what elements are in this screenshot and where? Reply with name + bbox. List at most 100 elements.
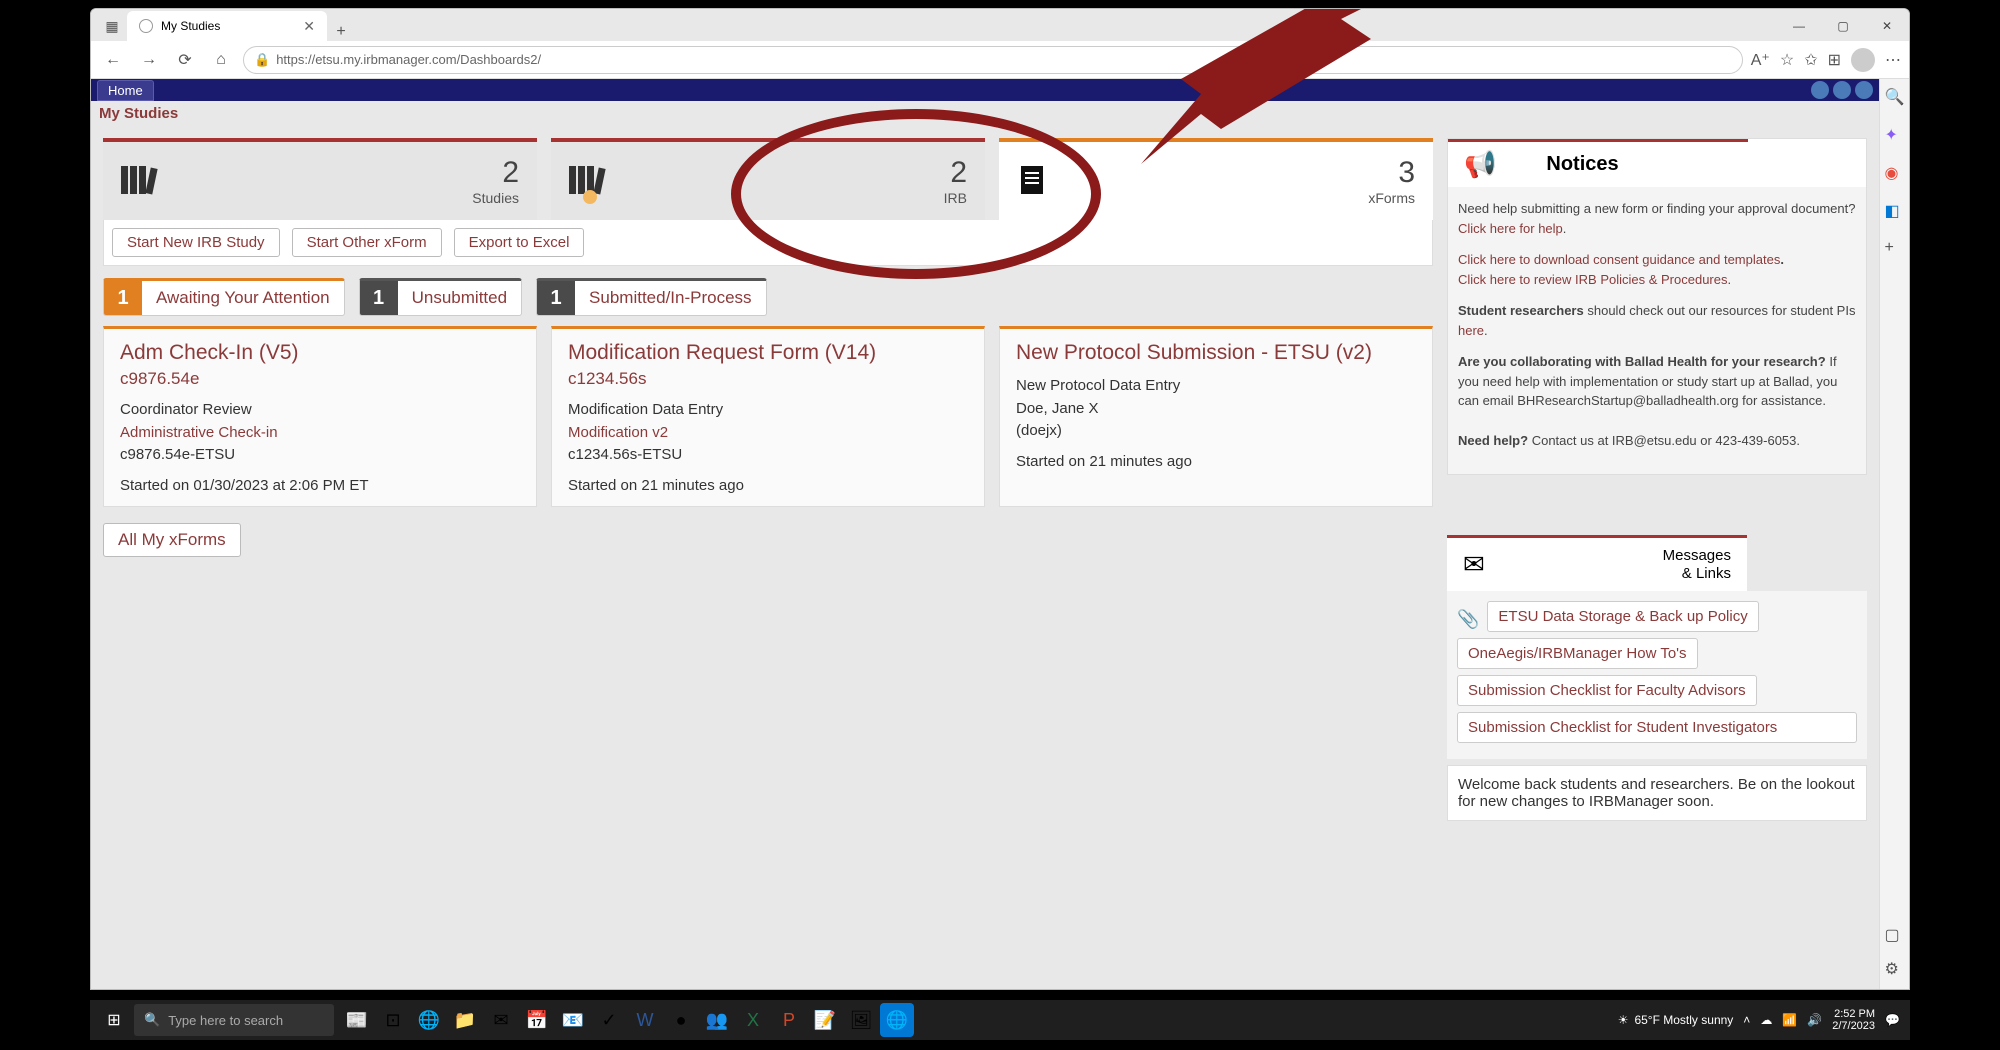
new-tab-button[interactable]: + xyxy=(327,23,355,41)
sidebar-toggle-icon[interactable]: ▢ xyxy=(1885,925,1905,945)
all-xforms-button[interactable]: All My xForms xyxy=(103,523,241,557)
help-icon[interactable] xyxy=(1811,81,1829,99)
tab-close-icon[interactable]: ✕ xyxy=(303,18,315,35)
menu-icon[interactable]: ⋯ xyxy=(1885,50,1901,70)
link-item[interactable]: OneAegis/IRBManager How To's xyxy=(1457,638,1698,669)
home-button[interactable]: ⌂ xyxy=(207,46,235,74)
taskbar-clock[interactable]: 2:52 PM 2/7/2023 xyxy=(1832,1008,1875,1032)
mail-icon[interactable]: ✉ xyxy=(484,1003,518,1037)
card-line: (doejx) xyxy=(1016,420,1416,443)
edge-icon[interactable]: 🌐 xyxy=(880,1003,914,1037)
taskbar-search[interactable]: 🔍 Type here to search xyxy=(134,1004,334,1036)
xforms-label: xForms xyxy=(1368,190,1415,206)
irb-tile[interactable]: 2 IRB xyxy=(551,138,985,220)
link-item[interactable]: ETSU Data Storage & Back up Policy xyxy=(1487,601,1758,632)
start-button[interactable]: ⊞ xyxy=(94,1000,134,1040)
calendar-icon[interactable]: 📅 xyxy=(520,1003,554,1037)
news-icon[interactable]: 📰 xyxy=(340,1003,374,1037)
maximize-button[interactable]: ▢ xyxy=(1821,11,1865,41)
tab-actions-icon[interactable]: ▦ xyxy=(97,11,127,41)
favorites-bar-icon[interactable]: ✩ xyxy=(1804,50,1817,70)
browser-tab[interactable]: My Studies ✕ xyxy=(127,11,327,41)
filter-unsubmitted[interactable]: 1 Unsubmitted xyxy=(359,278,522,316)
url-input[interactable]: 🔒 https://etsu.my.irbmanager.com/Dashboa… xyxy=(243,46,1743,74)
read-aloud-icon[interactable]: A⁺ xyxy=(1751,50,1770,70)
xform-card[interactable]: Modification Request Form (V14) c1234.56… xyxy=(551,326,985,507)
content-area: 2 Studies 2 IRB xyxy=(91,126,1879,989)
close-window-button[interactable]: ✕ xyxy=(1865,11,1909,41)
browser-window: ▦ My Studies ✕ + — ▢ ✕ ← → ⟳ ⌂ 🔒 https:/… xyxy=(90,8,1910,990)
photos-icon[interactable]: 🖼 xyxy=(844,1003,878,1037)
card-line: New Protocol Data Entry xyxy=(1016,375,1416,398)
search-sidebar-icon[interactable]: 🔍 xyxy=(1885,87,1905,107)
notepad-icon[interactable]: 📝 xyxy=(808,1003,842,1037)
student-link[interactable]: here xyxy=(1458,323,1484,338)
export-excel-button[interactable]: Export to Excel xyxy=(454,228,585,257)
collections-icon[interactable]: ⊞ xyxy=(1828,50,1841,70)
teams-icon[interactable]: 👥 xyxy=(700,1003,734,1037)
link-item[interactable]: Submission Checklist for Faculty Advisor… xyxy=(1457,675,1757,706)
stat-row: 2 Studies 2 IRB xyxy=(103,138,1433,220)
header-utility-icons xyxy=(1811,81,1873,99)
help-link[interactable]: Click here for help xyxy=(1458,221,1563,236)
notice-text: should check out our resources for stude… xyxy=(1587,303,1855,318)
outlook-icon[interactable]: ◧ xyxy=(1885,201,1905,221)
office-icon[interactable]: ◉ xyxy=(1885,163,1905,183)
page-title: My Studies xyxy=(91,101,1879,126)
home-nav-tab[interactable]: Home xyxy=(97,80,154,101)
refresh-button[interactable]: ⟳ xyxy=(171,46,199,74)
settings-icon[interactable]: ⚙ xyxy=(1885,959,1905,979)
policies-link[interactable]: Click here to review IRB Policies & Proc… xyxy=(1458,272,1728,287)
app-header: Home xyxy=(91,79,1879,101)
powerpoint-icon[interactable]: P xyxy=(772,1003,806,1037)
zoom-icon[interactable]: ● xyxy=(664,1003,698,1037)
consent-link[interactable]: Click here to download consent guidance … xyxy=(1458,252,1780,267)
xform-card[interactable]: Adm Check-In (V5) c9876.54e Coordinator … xyxy=(103,326,537,507)
tab-title: My Studies xyxy=(161,19,220,33)
wifi-icon[interactable]: 📶 xyxy=(1782,1013,1797,1027)
filter-submitted[interactable]: 1 Submitted/In-Process xyxy=(536,278,767,316)
notifications-icon[interactable]: 💬 xyxy=(1885,1013,1900,1027)
tab-favicon-icon xyxy=(139,19,153,33)
filter-submitted-label: Submitted/In-Process xyxy=(575,288,766,308)
profile-icon[interactable] xyxy=(1851,48,1875,72)
sun-icon: ☀ xyxy=(1618,1013,1629,1027)
weather-widget[interactable]: ☀ 65°F Mostly sunny xyxy=(1618,1013,1734,1027)
irb-count: 2 xyxy=(944,156,967,190)
outlook-app-icon[interactable]: 📧 xyxy=(556,1003,590,1037)
user-icon[interactable] xyxy=(1855,81,1873,99)
megaphone-icon: 📢 xyxy=(1464,149,1496,180)
filter-awaiting[interactable]: 1 Awaiting Your Attention xyxy=(103,278,345,316)
favorite-icon[interactable]: ☆ xyxy=(1780,50,1794,70)
start-other-xform-button[interactable]: Start Other xForm xyxy=(292,228,442,257)
notices-panel: 📢 Notices Need help submitting a new for… xyxy=(1447,138,1867,475)
onedrive-icon[interactable]: ☁ xyxy=(1760,1013,1772,1027)
tray-chevron-icon[interactable]: ˄ xyxy=(1743,1013,1750,1027)
start-irb-button[interactable]: Start New IRB Study xyxy=(112,228,280,257)
studies-label: Studies xyxy=(472,190,519,206)
notice-text: Contact us at IRB@etsu.edu or 423-439-60… xyxy=(1532,433,1800,448)
task-view-icon[interactable]: ⊡ xyxy=(376,1003,410,1037)
add-sidebar-icon[interactable]: + xyxy=(1885,239,1905,259)
main-column: 2 Studies 2 IRB xyxy=(103,138,1433,980)
xform-card[interactable]: New Protocol Submission - ETSU (v2) New … xyxy=(999,326,1433,507)
excel-icon[interactable]: X xyxy=(736,1003,770,1037)
chrome-icon[interactable]: 🌐 xyxy=(412,1003,446,1037)
xforms-tile[interactable]: 3 xForms xyxy=(999,138,1433,220)
search-icon[interactable] xyxy=(1833,81,1851,99)
word-icon[interactable]: W xyxy=(628,1003,662,1037)
link-item[interactable]: Submission Checklist for Student Investi… xyxy=(1457,712,1857,743)
copilot-icon[interactable]: ✦ xyxy=(1885,125,1905,145)
paperclip-icon: 📎 xyxy=(1457,609,1479,630)
card-started: Started on 01/30/2023 at 2:06 PM ET xyxy=(120,477,520,494)
todo-icon[interactable]: ✓ xyxy=(592,1003,626,1037)
forward-button[interactable]: → xyxy=(135,46,163,74)
volume-icon[interactable]: 🔊 xyxy=(1807,1013,1822,1027)
minimize-button[interactable]: — xyxy=(1777,11,1821,41)
back-button[interactable]: ← xyxy=(99,46,127,74)
studies-count: 2 xyxy=(472,156,519,190)
studies-tile[interactable]: 2 Studies xyxy=(103,138,537,220)
xforms-count: 3 xyxy=(1368,156,1415,190)
explorer-icon[interactable]: 📁 xyxy=(448,1003,482,1037)
tab-bar: ▦ My Studies ✕ + — ▢ ✕ xyxy=(91,9,1909,41)
